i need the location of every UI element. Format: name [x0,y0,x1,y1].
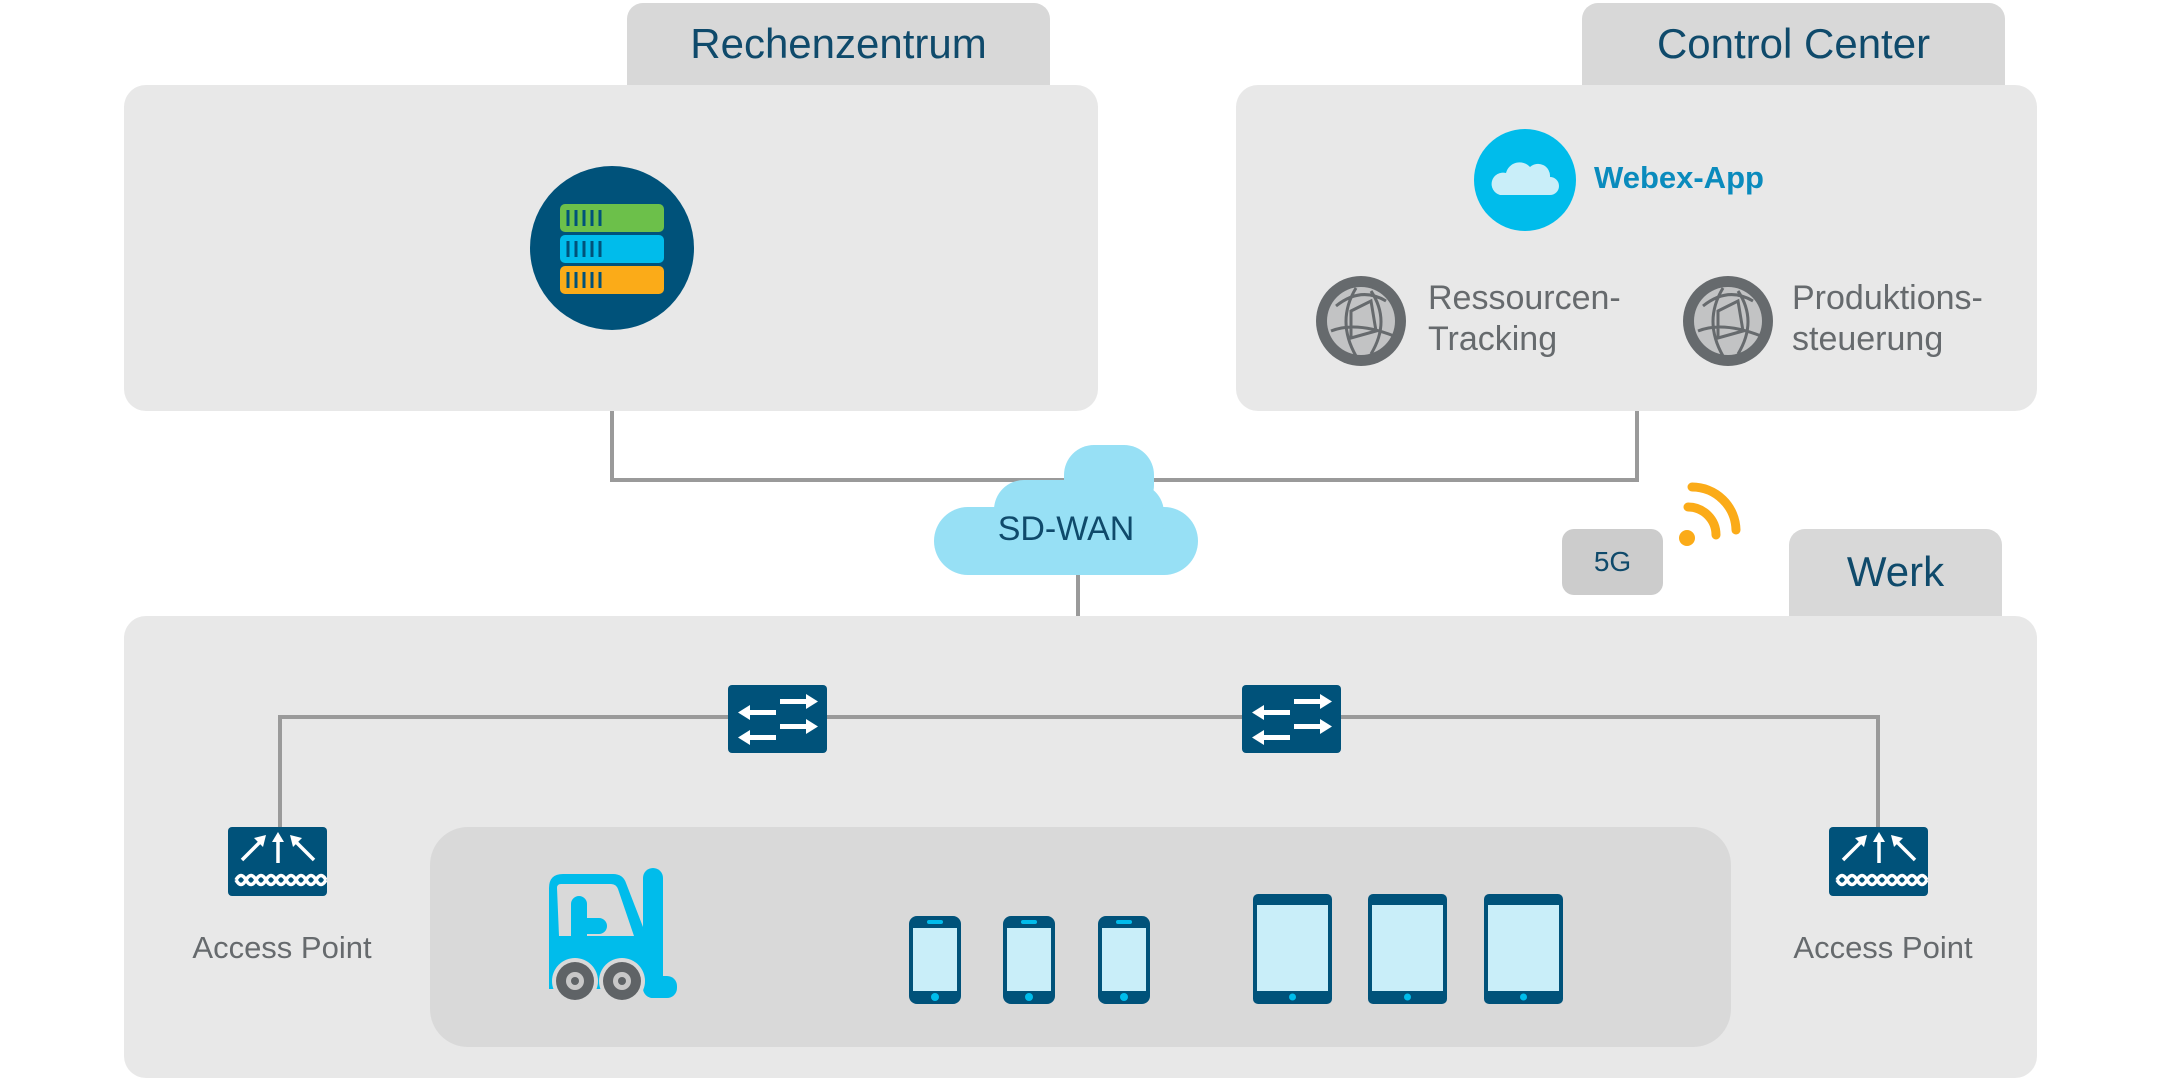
datacenter-tab: Rechenzentrum [627,3,1050,93]
connector-line [1635,411,1639,482]
label-line: steuerung [1792,320,1944,358]
production-control-label: Produktions- steuerung [1792,278,1983,360]
connector-line [278,715,1880,719]
switch-icon [728,685,827,753]
datacenter-title: Rechenzentrum [690,20,987,67]
5g-badge: 5G [1562,529,1663,595]
switch-icon [1242,685,1341,753]
cloud-icon [1474,129,1576,231]
connector-line [1076,570,1080,618]
control-center-tab: Control Center [1582,3,2005,93]
access-point-label: Access Point [192,930,372,965]
control-center-title: Control Center [1656,20,1931,67]
connector-line [1876,715,1880,828]
server-stack-icon [530,166,694,330]
5g-label: 5G [1593,546,1632,577]
globe-network-icon [1683,276,1773,366]
wireless-signal-icon [1672,480,1744,552]
smartphone-icon [909,916,961,1004]
access-point-icon [1829,827,1928,896]
smartphone-icon [1003,916,1055,1004]
plant-title: Werk [1846,547,1945,595]
smartphone-icon [1098,916,1150,1004]
sdwan-label: SD-WAN [997,510,1135,548]
label-line: Tracking [1428,320,1558,358]
access-point-label: Access Point [1793,930,1973,965]
connector-line [278,715,282,828]
plant-tab: Werk [1789,529,2002,624]
tablet-icon [1253,894,1332,1004]
resource-tracking-label: Ressourcen- Tracking [1428,278,1621,360]
access-point-icon [228,827,327,896]
webex-app-label: Webex-App [1594,160,1764,195]
label-line: Produktions- [1792,279,1983,317]
connector-line [610,411,614,482]
tablet-icon [1368,894,1447,1004]
forklift-icon [547,868,679,1004]
tablet-icon [1484,894,1563,1004]
label-line: Ressourcen- [1428,279,1621,317]
globe-network-icon [1316,276,1406,366]
